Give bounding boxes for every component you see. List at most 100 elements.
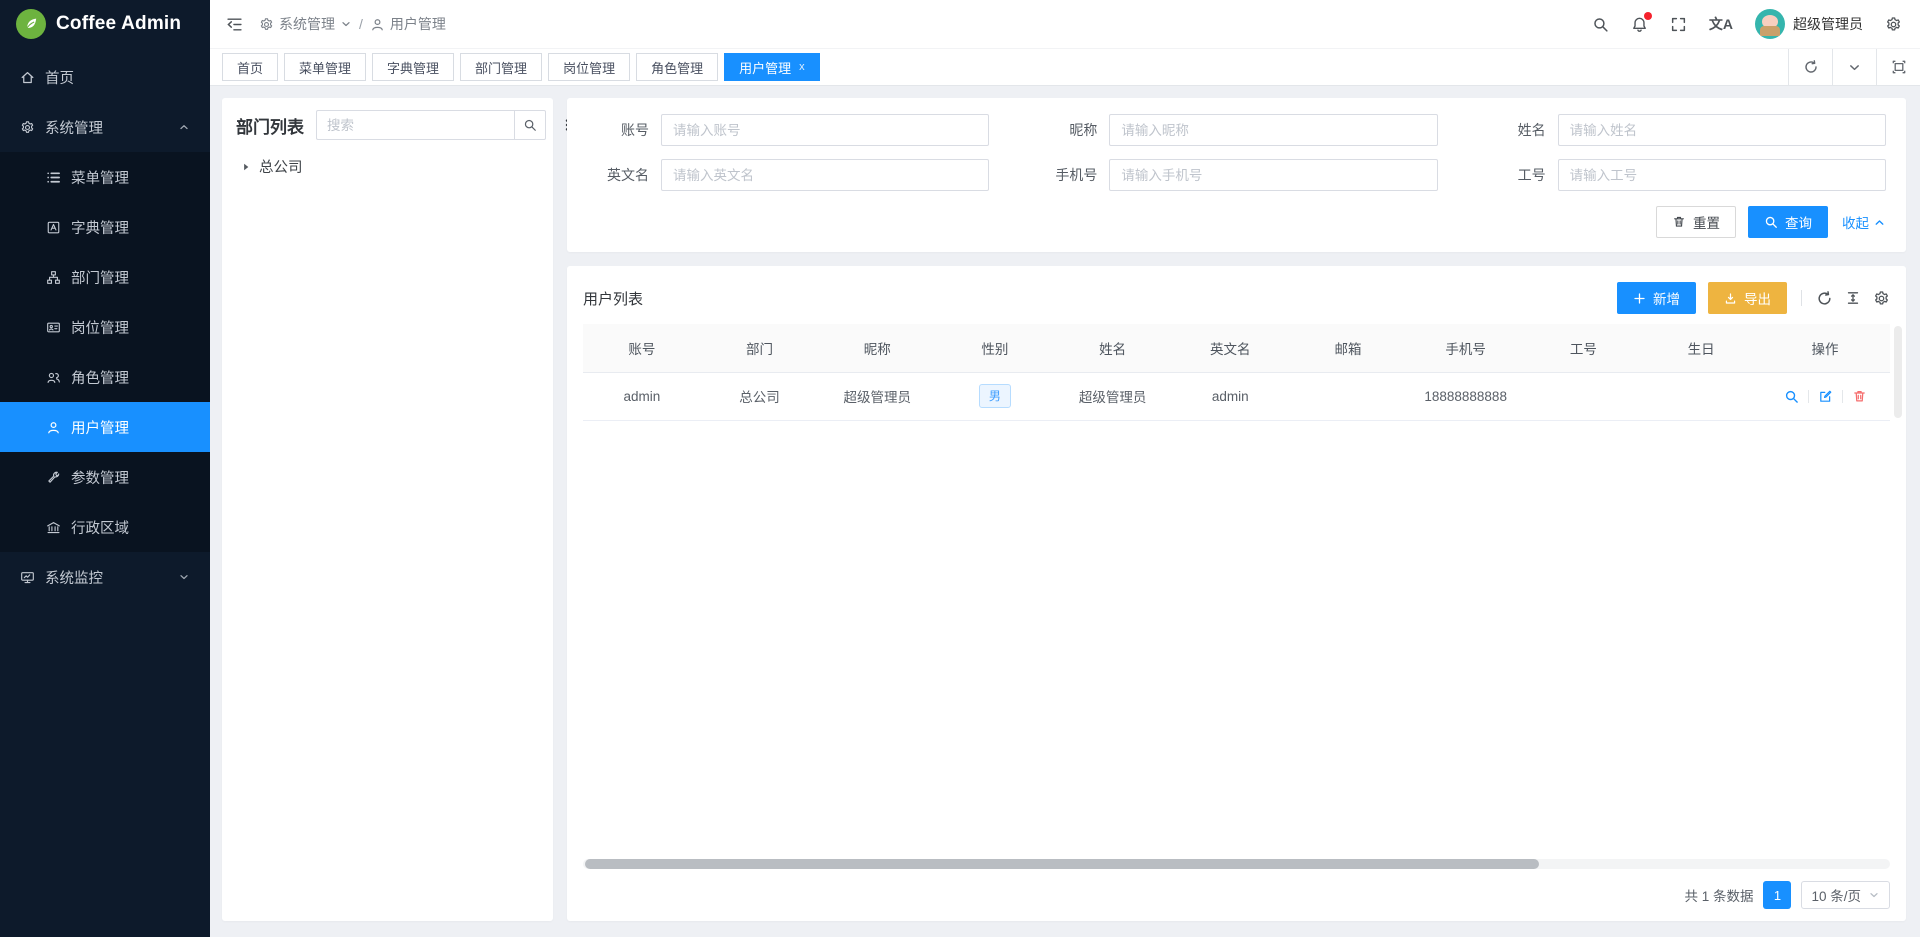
page-number-button[interactable]: 1 [1763,881,1791,909]
view-row-button[interactable] [1784,389,1799,404]
form-field-英文名: 英文名 [587,159,989,191]
column-header-昵称: 昵称 [818,324,936,372]
export-button[interactable]: 导出 [1708,282,1787,314]
tab-options-chevron-icon[interactable] [1832,49,1876,85]
form-field-手机号: 手机号 [1035,159,1437,191]
main-area: 系统管理 / 用户管理 文A 超级管理员 [210,0,1920,937]
plus-icon [1633,292,1646,305]
tab-菜单管理[interactable]: 菜单管理 [284,53,366,81]
sidebar-item-系统监控[interactable]: 系统监控 [0,552,210,602]
search-form: 账号昵称姓名英文名手机号工号 [587,114,1886,191]
sidebar-item-行政区域[interactable]: 行政区域 [0,502,210,552]
sidebar-item-label: 字典管理 [71,217,129,238]
translate-icon[interactable]: 文A [1709,14,1733,34]
refresh-tab-icon[interactable] [1788,49,1832,85]
sidebar-item-岗位管理[interactable]: 岗位管理 [0,302,210,352]
vertical-scrollbar[interactable] [1894,326,1902,418]
horizontal-scrollbar-thumb[interactable] [585,859,1539,869]
app-logo: Coffee Admin [0,0,210,48]
clear-icon [1672,215,1686,229]
column-settings-gear-icon[interactable] [1873,290,1890,307]
department-search-input[interactable] [316,110,514,140]
refresh-table-icon[interactable] [1816,290,1833,307]
tab-字典管理[interactable]: 字典管理 [372,53,454,81]
tab-label: 部门管理 [475,58,527,77]
fullscreen-icon[interactable] [1670,16,1687,33]
breadcrumb-label: 系统管理 [279,14,335,34]
tab-label: 用户管理 [739,58,791,77]
row-actions [1760,389,1890,404]
sidebar-item-label: 岗位管理 [71,317,129,338]
search-icon [1764,215,1778,229]
reset-button[interactable]: 重置 [1656,206,1736,238]
sidebar-item-字典管理[interactable]: 字典管理 [0,202,210,252]
sidebar-item-参数管理[interactable]: 参数管理 [0,452,210,502]
sidebar-item-首页[interactable]: 首页 [0,52,210,102]
field-input-姓名[interactable] [1558,114,1886,146]
add-user-button[interactable]: 新增 [1617,282,1696,314]
user-icon [46,420,61,435]
field-label: 手机号 [1035,165,1097,185]
settings-gear-icon[interactable] [1885,16,1902,33]
department-search-button[interactable] [514,110,546,140]
field-input-账号[interactable] [661,114,989,146]
monitor-icon [20,570,35,585]
collapse-form-link[interactable]: 收起 [1842,212,1886,232]
sidebar-item-部门管理[interactable]: 部门管理 [0,252,210,302]
sidebar-item-用户管理[interactable]: 用户管理 [0,402,210,452]
breadcrumb-label: 用户管理 [390,14,446,34]
app-root: Coffee Admin 首页系统管理菜单管理字典管理部门管理岗位管理角色管理用… [0,0,1920,937]
cell-性别: 男 [936,372,1054,420]
tab-部门管理[interactable]: 部门管理 [460,53,542,81]
sidebar-submenu: 菜单管理字典管理部门管理岗位管理角色管理用户管理参数管理行政区域 [0,152,210,552]
form-field-账号: 账号 [587,114,989,146]
breadcrumb-item-用户管理[interactable]: 用户管理 [370,14,446,34]
user-icon [370,17,385,32]
user-menu[interactable]: 超级管理员 [1755,9,1863,39]
post-badge-icon [46,320,61,335]
field-input-工号[interactable] [1558,159,1886,191]
dictionary-icon [46,220,61,235]
menu-list-icon [46,170,61,185]
maximize-content-icon[interactable] [1876,49,1920,85]
row-density-icon[interactable] [1845,290,1861,306]
tab-岗位管理[interactable]: 岗位管理 [548,53,630,81]
tab-角色管理[interactable]: 角色管理 [636,53,718,81]
tab-用户管理[interactable]: 用户管理 x [724,53,820,81]
breadcrumb-item-系统管理[interactable]: 系统管理 [259,14,352,34]
tab-label: 角色管理 [651,58,703,77]
tabs: 首页菜单管理 字典管理 部门管理 岗位管理 角色管理 用户管理 x [222,53,820,81]
field-input-英文名[interactable] [661,159,989,191]
column-header-姓名: 姓名 [1054,324,1172,372]
table-empty-space [583,421,1890,860]
tab-close-icon[interactable]: x [799,62,805,73]
user-list-title: 用户列表 [583,288,643,309]
field-input-手机号[interactable] [1109,159,1437,191]
tab-label: 字典管理 [387,58,439,77]
sidebar-item-系统管理[interactable]: 系统管理 [0,102,210,152]
cell-昵称: 超级管理员 [818,372,936,420]
sidebar-item-label: 参数管理 [71,467,129,488]
sidebar-item-label: 首页 [45,67,74,88]
export-label: 导出 [1744,288,1771,308]
query-button[interactable]: 查询 [1748,206,1828,238]
tab-首页[interactable]: 首页 [222,53,278,81]
page-size-select[interactable]: 10 条/页 [1801,881,1890,909]
edit-row-button[interactable] [1818,389,1833,404]
tree-node-总公司[interactable]: 总公司 [236,156,539,177]
search-icon[interactable] [1592,16,1609,33]
column-header-英文名: 英文名 [1171,324,1289,372]
sidebar-item-菜单管理[interactable]: 菜单管理 [0,152,210,202]
notifications-button[interactable] [1631,16,1648,33]
breadcrumb: 系统管理 / 用户管理 [259,14,446,34]
field-input-昵称[interactable] [1109,114,1437,146]
delete-row-button[interactable] [1852,389,1867,404]
pagination-total: 共 1 条数据 [1684,885,1753,905]
sidebar-item-角色管理[interactable]: 角色管理 [0,352,210,402]
user-list-card: 用户列表 新增 导出 [567,266,1906,921]
add-user-label: 新增 [1653,288,1680,308]
breadcrumb-separator: / [359,16,363,32]
tab-bar-actions [1788,49,1920,85]
download-icon [1724,292,1737,305]
collapse-sidebar-icon[interactable] [226,16,243,33]
